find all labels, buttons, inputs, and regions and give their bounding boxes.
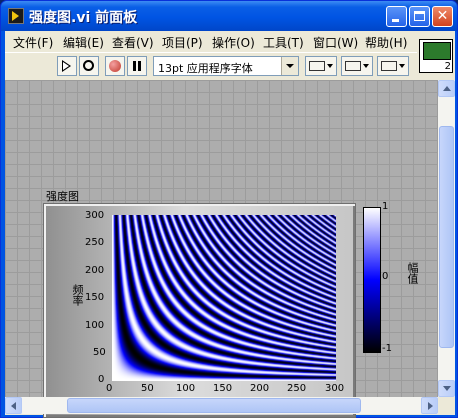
- font-select[interactable]: 13pt 应用程序字体: [153, 56, 299, 76]
- x-tick-label: 50: [141, 383, 154, 394]
- chevron-down-icon: [399, 64, 405, 68]
- chevron-down-icon: [327, 64, 333, 68]
- graph-label: 强度图: [46, 190, 79, 203]
- vertical-scroll-thumb[interactable]: [439, 126, 454, 348]
- x-tick-label: 300: [325, 383, 345, 394]
- scroll-up-icon[interactable]: [438, 80, 455, 97]
- chevron-down-icon: [281, 57, 298, 75]
- y-tick-label: 300: [85, 210, 105, 221]
- resize-objects-icon: [381, 61, 397, 71]
- x-tick-label: 250: [287, 383, 307, 394]
- vi-screen-icon: [423, 42, 451, 60]
- x-tick-label: 200: [250, 383, 270, 394]
- vi-connector-icon[interactable]: 2: [419, 39, 453, 73]
- menu-window[interactable]: 窗口(W): [313, 34, 358, 51]
- maximize-icon: [414, 11, 425, 21]
- intensity-plot-area[interactable]: [112, 215, 336, 381]
- x-tick-label: 150: [213, 383, 233, 394]
- toolbar: 13pt 应用程序字体: [5, 52, 417, 81]
- y-tick-label: 200: [85, 265, 105, 276]
- minimize-button[interactable]: [386, 6, 407, 27]
- abort-button[interactable]: [105, 56, 125, 76]
- menu-edit[interactable]: 编辑(E): [63, 34, 104, 51]
- z-tick-label: 0: [382, 271, 389, 282]
- scroll-right-icon[interactable]: [421, 397, 438, 414]
- chevron-down-icon: [363, 64, 369, 68]
- close-button[interactable]: ✕: [432, 6, 453, 27]
- horizontal-scroll-thumb[interactable]: [67, 398, 361, 413]
- run-continuously-icon: [83, 60, 94, 71]
- z-tick-label: 1: [382, 201, 389, 212]
- menu-help[interactable]: 帮助(H): [365, 34, 407, 51]
- menu-tools[interactable]: 工具(T): [263, 34, 304, 51]
- vertical-scrollbar[interactable]: [438, 80, 455, 397]
- labview-vi-icon[interactable]: [8, 8, 24, 24]
- menu-view[interactable]: 查看(V): [112, 34, 154, 51]
- window-title: 强度图.vi 前面板: [29, 10, 138, 26]
- menu-operate[interactable]: 操作(O): [212, 34, 255, 51]
- run-button[interactable]: [57, 56, 77, 76]
- window-client: 文件(F) 编辑(E) 查看(V) 项目(P) 操作(O) 工具(T) 窗口(W…: [5, 31, 455, 418]
- minimize-icon: [392, 19, 399, 22]
- z-axis-title: 幅值: [406, 262, 419, 284]
- distribute-objects-button[interactable]: [341, 56, 373, 76]
- font-select-value: 13pt 应用程序字体: [158, 62, 253, 75]
- menu-bar: 文件(F) 编辑(E) 查看(V) 项目(P) 操作(O) 工具(T) 窗口(W…: [5, 31, 455, 51]
- y-tick-label: 250: [85, 237, 105, 248]
- size-grip[interactable]: [438, 397, 455, 414]
- run-continuously-button[interactable]: [79, 56, 99, 76]
- pause-icon: [133, 61, 136, 71]
- pause-button[interactable]: [127, 56, 147, 76]
- align-objects-button[interactable]: [305, 56, 337, 76]
- scroll-down-icon[interactable]: [438, 380, 455, 397]
- distribute-objects-icon: [345, 61, 361, 71]
- abort-icon: [109, 60, 121, 72]
- y-tick-label: 100: [85, 320, 105, 331]
- y-tick-label: 50: [93, 347, 106, 358]
- y-tick-label: 0: [98, 374, 105, 385]
- x-tick-label: 100: [176, 383, 196, 394]
- align-objects-icon: [309, 61, 325, 71]
- title-bar[interactable]: 强度图.vi 前面板 ✕: [1, 1, 457, 31]
- run-arrow-icon: [62, 60, 71, 72]
- horizontal-scrollbar[interactable]: [5, 397, 438, 414]
- front-panel[interactable]: 强度图 1 0 -1 幅值 300 250 200 150 100 50 0 频…: [5, 80, 438, 418]
- vi-icon-number: 2: [444, 61, 451, 72]
- color-scale-ramp[interactable]: [363, 207, 381, 353]
- x-tick-label: 0: [106, 383, 113, 394]
- maximize-button[interactable]: [409, 6, 430, 27]
- z-tick-label: -1: [382, 343, 392, 354]
- menu-project[interactable]: 项目(P): [162, 34, 203, 51]
- close-icon: ✕: [436, 8, 449, 24]
- scroll-left-icon[interactable]: [5, 397, 22, 414]
- y-axis-title: 频率: [71, 284, 84, 306]
- main-window: 强度图.vi 前面板 ✕ 文件(F) 编辑(E) 查看(V) 项目(P) 操作(…: [0, 0, 458, 418]
- y-tick-label: 150: [85, 292, 105, 303]
- resize-objects-button[interactable]: [377, 56, 409, 76]
- menu-file[interactable]: 文件(F): [13, 34, 53, 51]
